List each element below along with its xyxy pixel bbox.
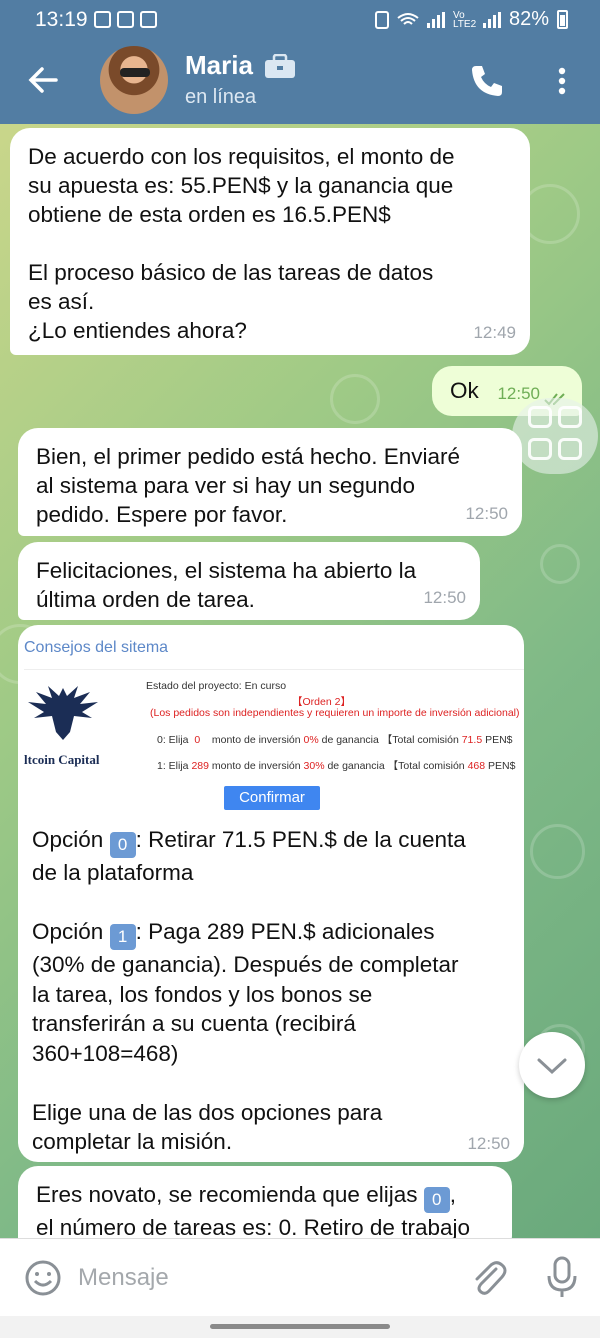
project-status: Estado del proyecto: En curso [146,680,287,692]
back-arrow-icon[interactable] [22,58,66,102]
chevron-down-icon [537,1058,567,1075]
keycap-0-icon: 0 [423,1187,450,1213]
emoji-icon[interactable] [24,1259,62,1297]
battery-percent: 82% [508,8,549,30]
message-text: Felicitaciones, el sistema ha abierto la… [36,558,417,612]
contact-name[interactable]: Maria [185,50,253,81]
order-note: (Los pedidos son independientes y requie… [150,707,520,719]
navigation-bar [0,1316,600,1338]
phoenix-logo-icon [28,686,98,740]
briefcase-icon [265,54,295,78]
home-indicator[interactable] [210,1324,390,1329]
card-text: Opción 0: Retirar 71.5 PEN.$ de la cuent… [32,827,466,1154]
paperclip-icon[interactable] [468,1257,508,1299]
signal-icon [426,11,445,28]
message-time: 12:50 [465,504,508,523]
message-text: De acuerdo con los requisitos, el monto … [28,144,455,343]
microphone-icon[interactable] [546,1255,578,1299]
option-row-1: 1: Elija 289 monto de inversión 30% de g… [157,760,516,772]
message-time: 12:50 [423,588,466,607]
message-time: 12:50 [467,1134,510,1153]
bag-icon [140,11,157,28]
gallery-icon [94,11,111,28]
message-bubble[interactable]: De acuerdo con los requisitos, el monto … [10,128,530,355]
battery-icon [557,10,568,29]
keycap-0-icon: 0 [109,832,136,858]
message-bubble[interactable]: Bien, el primer pedido está hecho. Envia… [18,428,522,536]
confirm-button[interactable]: Confirmar [224,786,320,810]
logo-text: ltcoin Capital [24,752,100,767]
scroll-down-button[interactable] [519,1032,585,1098]
image-icon [117,11,134,28]
message-time: 12:49 [473,323,516,342]
message-text: Eres novato, se recomienda que elijas 0,… [36,1182,470,1240]
network-label: Vo LTE2 [452,9,477,30]
message-bubble-with-image[interactable]: Consejos del sitema ltcoin Capital Estad… [18,625,524,1162]
message-input[interactable] [78,1261,438,1295]
keycap-1-icon: 1 [109,924,136,950]
chat-header: Maria en línea [0,40,600,124]
more-menu-icon[interactable] [550,62,574,100]
signal-icon-2 [482,11,501,28]
status-bar: 13:19 Vo LTE2 82% [0,0,600,40]
status-time: 13:19 [35,8,88,31]
option-row-0: 0: Elija 0 monto de inversión 0% de gana… [157,734,513,746]
contact-status: en línea [185,86,257,108]
message-text: Bien, el primer pedido está hecho. Envia… [36,444,460,527]
phone-icon[interactable] [468,62,506,100]
card-title: Consejos del sitema [24,639,169,656]
message-composer [0,1238,600,1316]
avatar[interactable] [100,46,168,114]
lock-icon [374,10,389,29]
wifi-icon [397,12,419,25]
message-bubble[interactable]: Felicitaciones, el sistema ha abierto la… [18,542,480,620]
task-screenshot[interactable]: ltcoin Capital Estado del proyecto: En c… [24,669,524,803]
select-icon[interactable] [512,398,598,474]
